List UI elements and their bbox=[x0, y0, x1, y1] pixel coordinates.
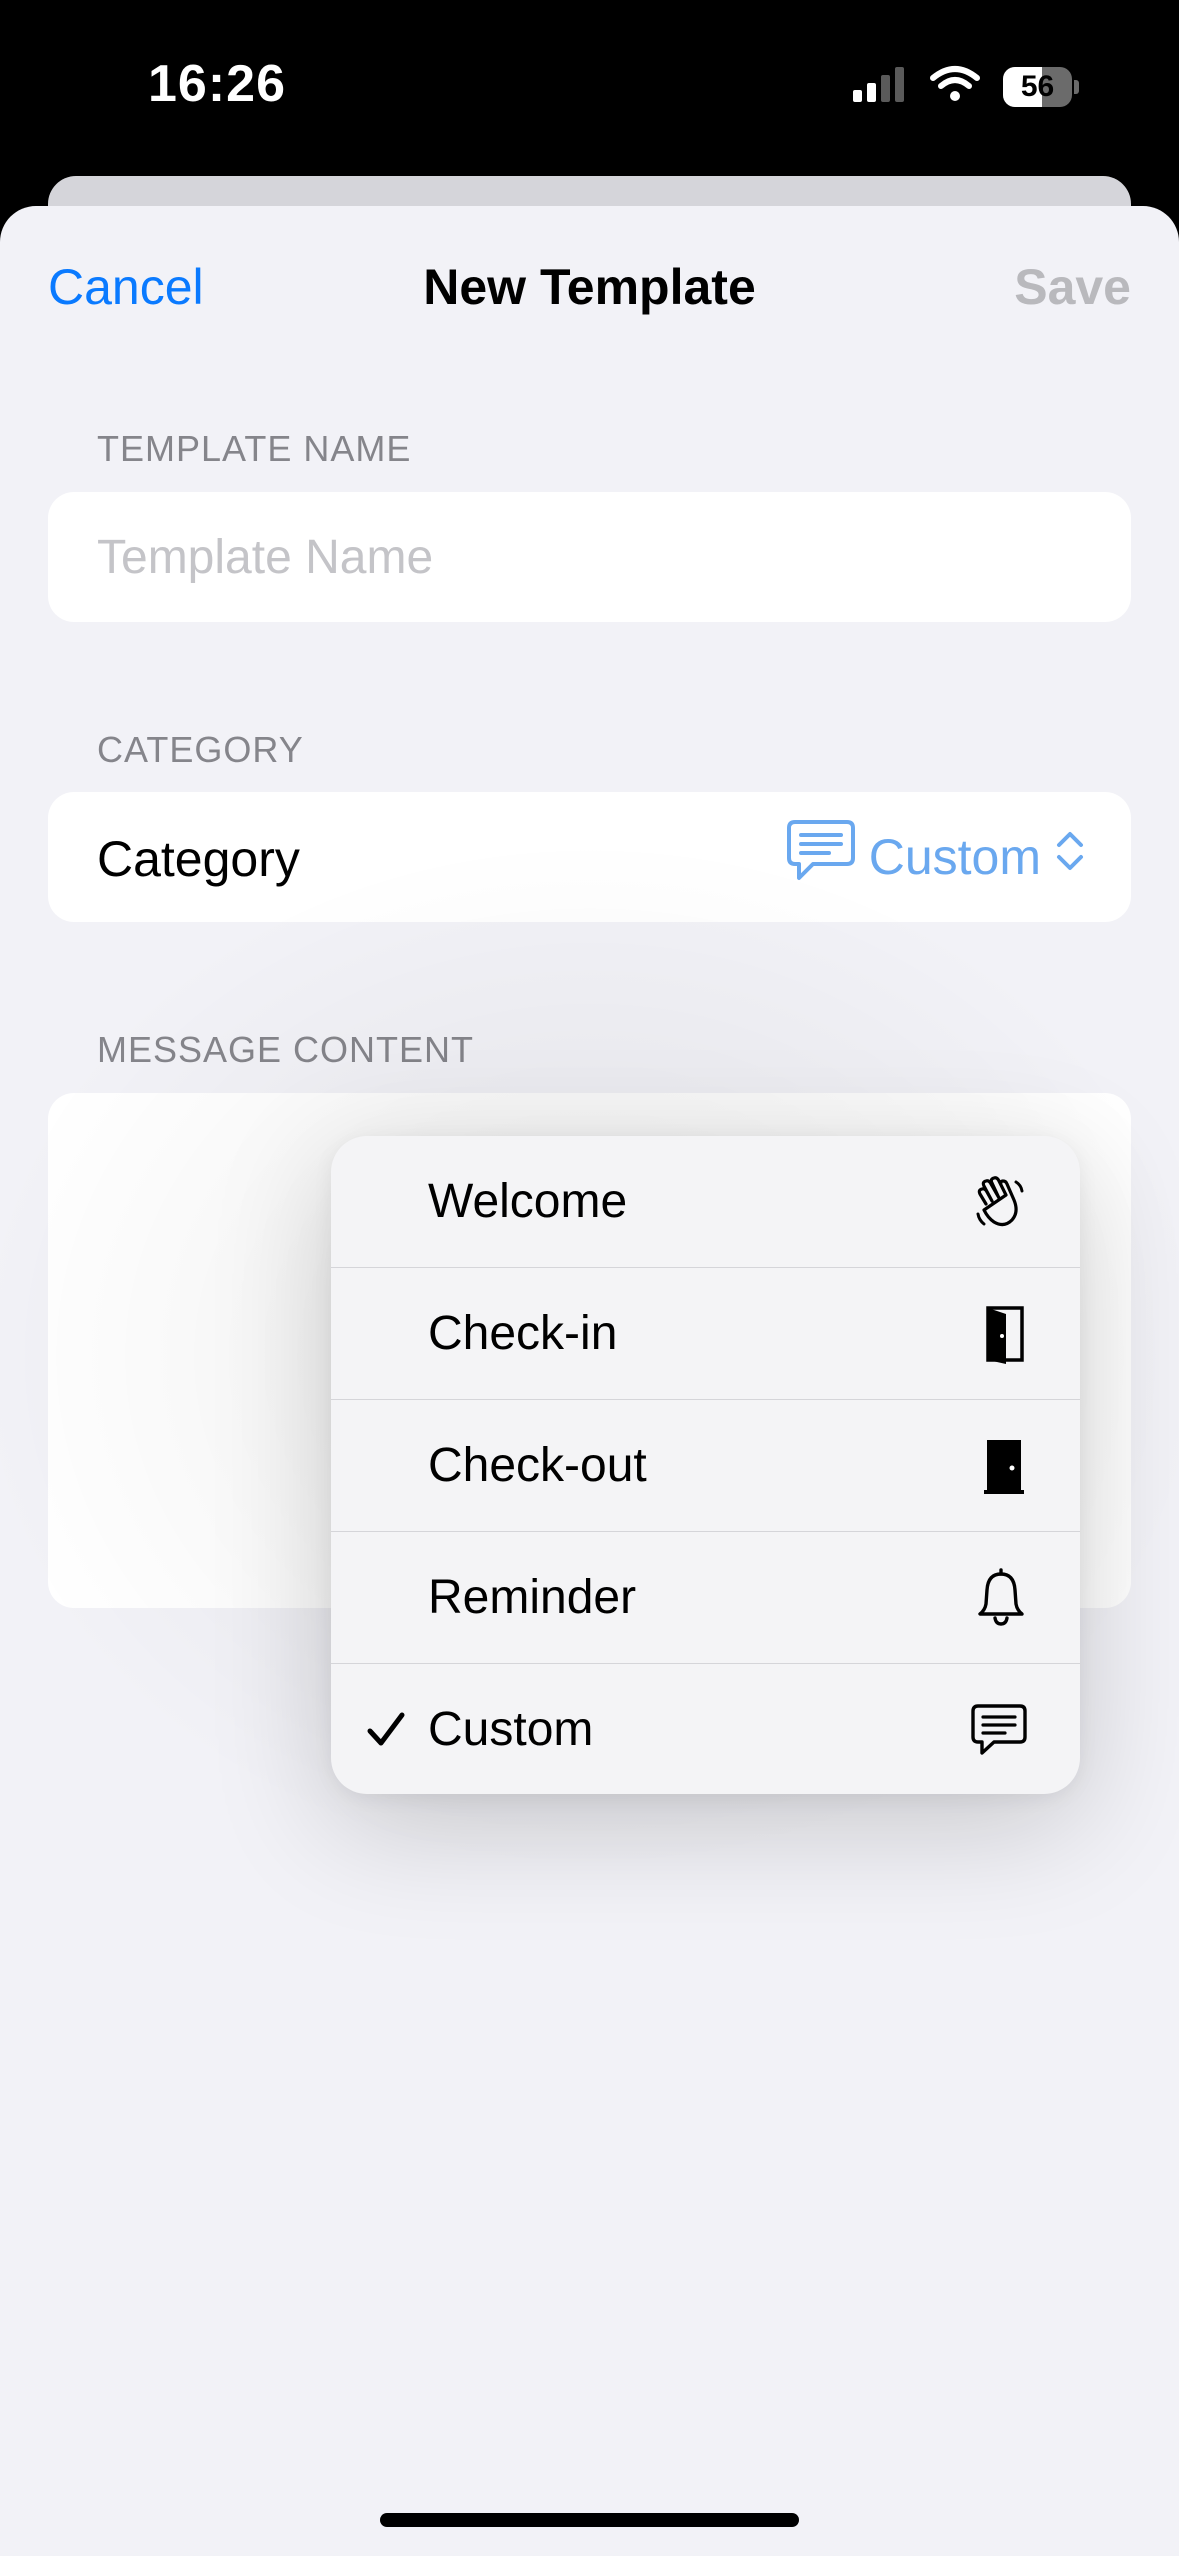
chevron-up-down-icon bbox=[1053, 828, 1087, 886]
waving-hand-icon bbox=[972, 1136, 1028, 1267]
menu-item-label: Welcome bbox=[428, 1175, 628, 1228]
wifi-icon bbox=[929, 64, 981, 109]
menu-item-label: Check-in bbox=[428, 1307, 618, 1360]
category-menu: Welcome Check-in Check-out Reminder Cust… bbox=[331, 1136, 1080, 1794]
menu-item-label: Check-out bbox=[428, 1439, 647, 1492]
message-content-header: MESSAGE CONTENT bbox=[97, 1029, 475, 1070]
page-title: New Template bbox=[423, 259, 756, 315]
door-closed-icon bbox=[980, 1400, 1028, 1531]
menu-item-check-out[interactable]: Check-out bbox=[331, 1400, 1080, 1532]
menu-item-check-in[interactable]: Check-in bbox=[331, 1268, 1080, 1400]
category-label: Category bbox=[97, 831, 300, 887]
menu-item-custom[interactable]: Custom bbox=[331, 1664, 1080, 1794]
speech-bubble-icon bbox=[970, 1664, 1028, 1794]
home-indicator[interactable] bbox=[380, 2513, 799, 2527]
checkmark-icon bbox=[365, 1664, 407, 1794]
battery-icon: 56 bbox=[1003, 66, 1079, 107]
template-name-input[interactable] bbox=[97, 492, 1087, 622]
template-name-card bbox=[48, 492, 1131, 622]
menu-item-reminder[interactable]: Reminder bbox=[331, 1532, 1080, 1664]
status-bar: 16:26 56 bbox=[0, 0, 1179, 175]
battery-percent: 56 bbox=[1020, 69, 1055, 103]
category-header: CATEGORY bbox=[97, 729, 304, 770]
door-open-icon bbox=[980, 1268, 1028, 1399]
cellular-signal-icon bbox=[851, 64, 907, 109]
status-icons: 56 bbox=[851, 64, 1079, 109]
speech-bubble-icon bbox=[785, 818, 857, 896]
menu-item-label: Custom bbox=[428, 1703, 594, 1756]
category-picker[interactable]: Custom bbox=[785, 820, 1087, 892]
new-template-sheet: Cancel New Template Save TEMPLATE NAME C… bbox=[0, 206, 1179, 2556]
status-time: 16:26 bbox=[148, 55, 286, 113]
category-row[interactable]: Category Custom bbox=[48, 792, 1131, 922]
menu-item-welcome[interactable]: Welcome bbox=[331, 1136, 1080, 1268]
category-selected-value: Custom bbox=[868, 829, 1041, 885]
save-button[interactable]: Save bbox=[1014, 258, 1131, 316]
bell-icon bbox=[974, 1532, 1028, 1663]
menu-item-label: Reminder bbox=[428, 1571, 637, 1624]
template-name-header: TEMPLATE NAME bbox=[97, 428, 412, 469]
